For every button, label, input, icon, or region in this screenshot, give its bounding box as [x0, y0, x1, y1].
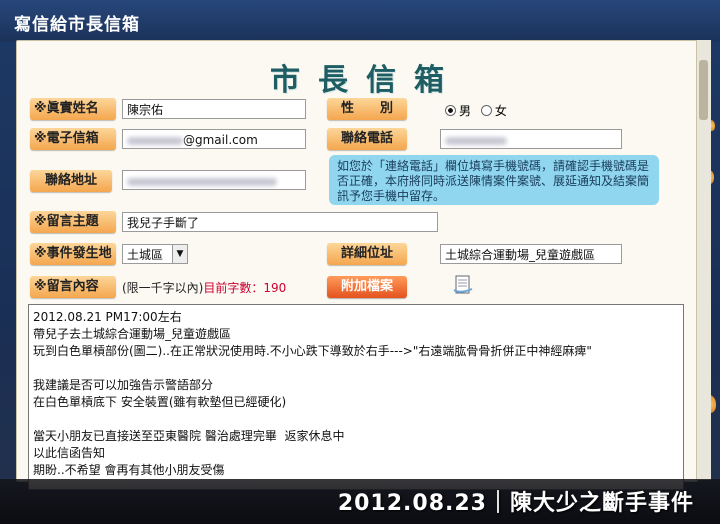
app-title: 寫信給市長信箱: [14, 15, 140, 35]
subject-label: ※留言主題: [30, 211, 116, 233]
redacted-address: [127, 177, 277, 186]
phone-notice: 如您於「連絡電話」欄位填寫手機號碼，請確認手機號碼是否正確，本府將同時派送陳情案…: [329, 155, 659, 205]
detail-location-label: 詳細位址: [327, 243, 407, 265]
char-count: 190: [263, 281, 287, 295]
name-label: ※眞實姓名: [30, 98, 116, 120]
detail-location-input[interactable]: 土城綜合運動場_兒童遊戲區: [440, 244, 622, 264]
gender-label: 性 別: [327, 98, 407, 120]
address-input[interactable]: [122, 170, 306, 190]
phone-label: 聯絡電話: [327, 128, 407, 150]
email-domain: @gmail.com: [183, 133, 258, 147]
document-icon[interactable]: [452, 274, 474, 296]
email-input[interactable]: @gmail.com: [122, 129, 306, 149]
name-input[interactable]: 陳宗佑: [122, 99, 306, 119]
content-label: ※留言內容: [30, 276, 116, 298]
gender-male-radio[interactable]: [445, 105, 456, 116]
subject-input[interactable]: 我兒子手斷了: [122, 212, 438, 232]
chevron-down-icon[interactable]: ▼: [172, 245, 187, 263]
scrollbar[interactable]: [696, 40, 711, 480]
gender-female-radio[interactable]: [480, 105, 492, 116]
phone-input[interactable]: [440, 129, 622, 149]
char-count-label: 目前字數：: [203, 281, 264, 295]
attach-file-button[interactable]: 附加檔案: [327, 276, 407, 298]
title-bar: 寫信給市長信箱: [0, 0, 720, 42]
caption-text: 2012.08.23｜陳大少之斷手事件: [337, 491, 694, 516]
redacted-phone: [445, 136, 507, 145]
address-label: 聯絡地址: [30, 170, 112, 192]
district-selected: 土城區: [127, 248, 164, 262]
district-label: ※事件發生地: [30, 243, 116, 265]
message-textarea[interactable]: 2012.08.21 PM17:00左右 帶兒子去土城綜合運動場_兒童遊戲區 玩…: [28, 304, 684, 490]
scrollbar-thumb[interactable]: [699, 60, 708, 120]
gender-female-label: 女: [494, 104, 507, 118]
gender-radio-group: 男 女: [445, 102, 507, 119]
email-label: ※電子信箱: [30, 128, 116, 150]
content-limit-hint: (限一千字以內)目前字數：190: [122, 279, 286, 296]
district-select[interactable]: 土城區 ▼: [122, 244, 188, 264]
redacted-email-user: [127, 136, 183, 145]
limit-text: (限一千字以內): [122, 281, 204, 295]
form-title: 市長信箱: [270, 63, 462, 98]
gender-male-label: 男: [459, 104, 472, 118]
